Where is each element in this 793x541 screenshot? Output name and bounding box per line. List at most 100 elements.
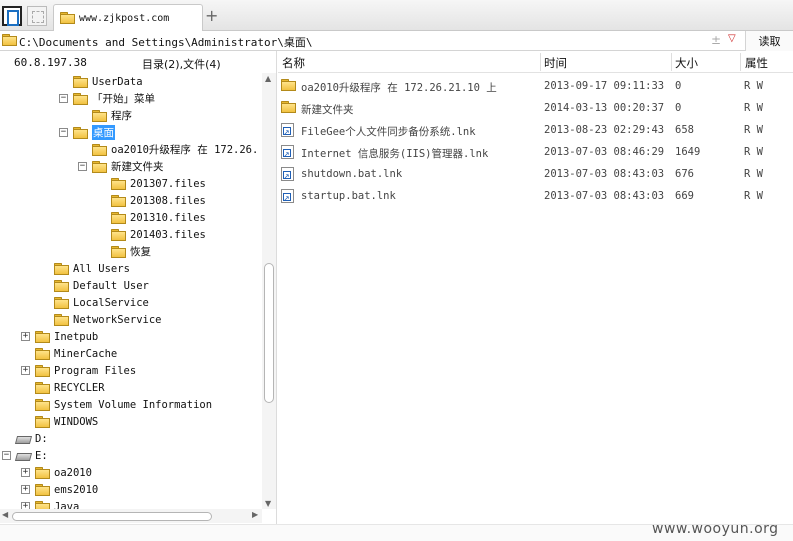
file-row[interactable]: startup.bat.lnk 2013-07-03 08:43:03 669 R W (278, 186, 793, 208)
tree-node[interactable]: MinerCache (35, 345, 117, 362)
tree-node[interactable]: oa2010升级程序 在 172.26. (92, 141, 258, 158)
file-row[interactable]: Internet 信息服务(IIS)管理器.lnk 2013-07-03 08:4… (278, 142, 793, 164)
collapse-icon[interactable]: − (78, 162, 87, 171)
tree-node-label: 新建文件夹 (111, 161, 164, 173)
folder-icon (35, 500, 50, 509)
tree-node[interactable]: − 桌面 (59, 124, 115, 141)
column-name[interactable]: 名称 (282, 55, 305, 71)
file-name: oa2010升级程序 在 172.26.21.10 上 (301, 82, 497, 94)
expand-icon[interactable]: + (21, 366, 30, 375)
tree-node[interactable]: System Volume Information (35, 396, 212, 413)
folder-icon (35, 415, 50, 428)
tree-node[interactable]: − 「开始」菜单 (59, 90, 155, 107)
tree-node-label: NetworkService (73, 313, 162, 326)
collapse-icon[interactable]: − (59, 128, 68, 137)
tree-node[interactable]: 201308.files (111, 192, 206, 209)
expand-icon[interactable]: + (21, 332, 30, 341)
tree-node-label: 201307.files (130, 177, 206, 190)
collapse-icon[interactable]: − (2, 451, 11, 460)
tree-node[interactable]: + ems2010 (21, 481, 99, 498)
tree-node-label: 「开始」菜单 (92, 93, 155, 105)
tree-node[interactable]: + Java (21, 498, 80, 510)
watermark: www.wooyun.org (652, 521, 779, 537)
folder-icon (111, 245, 126, 258)
file-row[interactable]: 新建文件夹 2014-03-13 00:20:37 0 R W (278, 98, 793, 120)
tree-node[interactable]: UserData (73, 73, 143, 90)
folder-icon (35, 347, 50, 360)
tree-node-label: 程序 (111, 110, 132, 122)
tree-node[interactable]: 201307.files (111, 175, 206, 192)
tree-node[interactable]: 恢复 (111, 243, 151, 260)
file-time: 2014-03-13 00:20:37 (544, 102, 665, 114)
scroll-left-icon[interactable]: ◀ (2, 510, 8, 519)
tree-node[interactable]: 程序 (92, 107, 132, 124)
collapse-icon[interactable]: − (59, 94, 68, 103)
folder-icon (54, 279, 69, 292)
tree-node[interactable]: RECYCLER (35, 379, 105, 396)
shortcut-icon (281, 145, 294, 159)
tree-node[interactable]: − 新建文件夹 (78, 158, 164, 175)
tree-node-label: All Users (73, 262, 130, 275)
folder-icon (54, 262, 69, 275)
file-row[interactable]: shutdown.bat.lnk 2013-07-03 08:43:03 676 R … (278, 164, 793, 186)
tree-node-label: Java (54, 500, 80, 510)
new-tab-button[interactable]: + (205, 6, 218, 25)
tree-node-label: ems2010 (54, 483, 99, 496)
tree-horizontal-scrollbar[interactable]: ◀ ▶ (0, 509, 262, 523)
column-size[interactable]: 大小 (675, 55, 698, 71)
column-time[interactable]: 时间 (544, 55, 567, 71)
select-mode-button[interactable] (27, 6, 47, 26)
expand-icon[interactable]: + (21, 485, 30, 494)
folder-icon (35, 330, 50, 343)
tree-node-label: LocalService (73, 296, 149, 309)
file-attr: R W (744, 102, 763, 114)
tree-node[interactable]: NetworkService (54, 311, 162, 328)
file-row[interactable]: oa2010升级程序 在 172.26.21.10 上 2013-09-17 09… (278, 76, 793, 98)
tree-vertical-scrollbar[interactable]: ▲ ▼ (262, 73, 276, 509)
shortcut-icon (281, 189, 294, 203)
tree-node[interactable]: 201403.files (111, 226, 206, 243)
file-list-panel: 名称 时间 大小 属性 oa2010升级程序 在 172.26.21.10 上 2… (278, 51, 793, 524)
file-row[interactable]: FileGee个人文件同步备份系统.lnk 2013-08-23 02:29:43… (278, 120, 793, 142)
tree-node-label: RECYCLER (54, 381, 105, 394)
folder-icon (54, 313, 69, 326)
scroll-down-icon[interactable]: ▼ (265, 499, 271, 508)
drive-icon (16, 434, 31, 444)
scroll-right-icon[interactable]: ▶ (252, 510, 258, 519)
tree-node[interactable]: + oa2010 (21, 464, 92, 481)
tree-node-label: 201308.files (130, 194, 206, 207)
expand-icon[interactable]: + (21, 468, 30, 477)
item-counts: 目录(2),文件(4) (142, 58, 221, 71)
column-attr[interactable]: 属性 (745, 55, 768, 71)
scroll-thumb[interactable] (264, 263, 274, 403)
history-dropdown-button[interactable]: ▽ (728, 33, 736, 44)
read-button[interactable]: 读取 (745, 31, 793, 51)
tab-site[interactable]: www.zjkpost.com (53, 4, 203, 31)
folder-icon (92, 109, 107, 122)
tree-node[interactable]: LocalService (54, 294, 149, 311)
panel-toggle-button[interactable] (2, 6, 22, 26)
tree-node[interactable]: + Program Files (21, 362, 136, 379)
file-time: 2013-09-17 09:11:33 (544, 80, 665, 92)
tree-node[interactable]: D: (16, 430, 48, 447)
file-size: 658 (675, 124, 694, 136)
tree-node[interactable]: All Users (54, 260, 130, 277)
tree-node[interactable]: 201310.files (111, 209, 206, 226)
scroll-thumb[interactable] (12, 512, 212, 521)
tree-node[interactable]: WINDOWS (35, 413, 98, 430)
folder-icon (111, 194, 126, 207)
tree-node-label: 201403.files (130, 228, 206, 241)
file-size: 0 (675, 80, 682, 92)
file-list-header: 名称 时间 大小 属性 (278, 51, 793, 73)
path-input[interactable]: C:\Documents and Settings\Administrator\… (19, 34, 313, 50)
scroll-up-icon[interactable]: ▲ (265, 74, 271, 83)
tree-node[interactable]: − E: (2, 447, 48, 464)
folder-icon (73, 92, 88, 105)
tree-node[interactable]: Default User (54, 277, 149, 294)
folder-icon (35, 466, 50, 479)
folder-icon (35, 398, 50, 411)
expand-icon[interactable]: + (21, 502, 30, 509)
folder-icon (111, 228, 126, 241)
bookmark-button[interactable]: ± (711, 33, 721, 47)
tree-node[interactable]: + Inetpub (21, 328, 98, 345)
